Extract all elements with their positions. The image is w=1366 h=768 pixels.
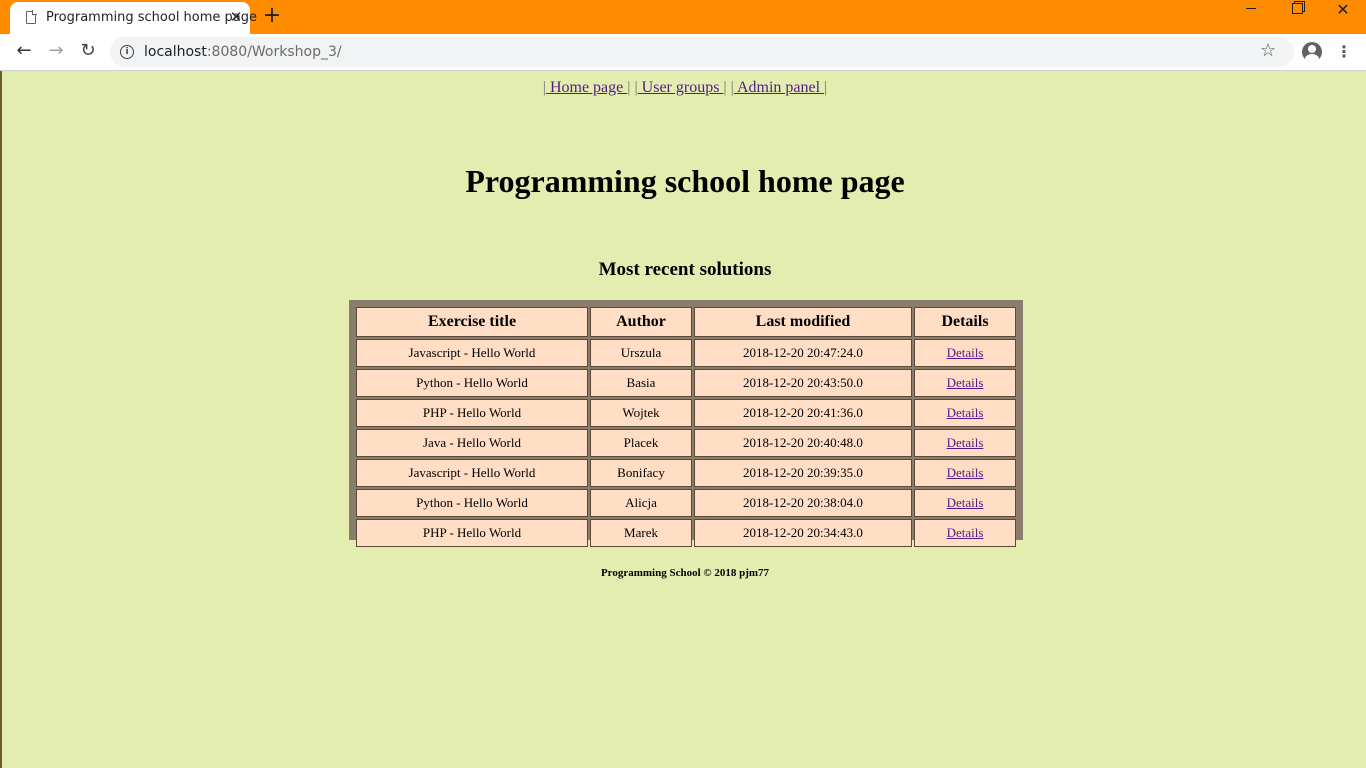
nav-user-groups-link[interactable]: User groups: [638, 79, 724, 96]
details-link[interactable]: Details: [947, 345, 984, 360]
details-link[interactable]: Details: [947, 495, 984, 510]
column-header-exercise-title: Exercise title: [356, 307, 588, 337]
author-cell: Alicja: [590, 489, 692, 517]
url-text[interactable]: localhost:8080/Workshop_3/: [144, 44, 342, 60]
page-icon: [26, 10, 37, 24]
forward-button[interactable]: →: [44, 40, 68, 64]
url-host: localhost: [144, 44, 207, 60]
window-close-button[interactable]: ✕: [1320, 0, 1366, 30]
tab-title: Programming school home page: [46, 10, 258, 25]
tab-close-icon[interactable]: ✕: [227, 8, 245, 26]
nav-separator: |: [627, 79, 631, 96]
page-title: Programming school home page: [465, 163, 905, 199]
last-modified-cell: 2018-12-20 20:47:24.0: [694, 339, 912, 367]
new-tab-button[interactable]: +: [262, 5, 282, 27]
details-cell: Details: [914, 519, 1016, 547]
column-header-details: Details: [914, 307, 1016, 337]
details-cell: Details: [914, 429, 1016, 457]
section-title: Most recent solutions: [598, 259, 772, 280]
exercise-title-cell: Java - Hello World: [356, 429, 588, 457]
restore-button[interactable]: [1274, 0, 1320, 30]
author-cell: Wojtek: [590, 399, 692, 427]
author-cell: Urszula: [590, 339, 692, 367]
details-link[interactable]: Details: [947, 525, 984, 540]
author-cell: Marek: [590, 519, 692, 547]
address-bar[interactable]: i localhost:8080/Workshop_3/ ☆: [110, 37, 1294, 67]
exercise-title-cell: PHP - Hello World: [356, 399, 588, 427]
page-content: | Home page | | User groups | | Admin pa…: [0, 71, 1366, 768]
last-modified-cell: 2018-12-20 20:40:48.0: [694, 429, 912, 457]
table-row: Java - Hello World Placek 2018-12-20 20:…: [356, 429, 1016, 457]
top-navigation: | Home page | | User groups | | Admin pa…: [2, 79, 1366, 97]
browser-menu-icon[interactable]: ⋮: [1336, 42, 1352, 62]
nav-separator: |: [723, 79, 727, 96]
column-header-last-modified: Last modified: [694, 307, 912, 337]
details-cell: Details: [914, 399, 1016, 427]
exercise-title-cell: Python - Hello World: [356, 369, 588, 397]
author-cell: Placek: [590, 429, 692, 457]
browser-toolbar: ← → ↻ i localhost:8080/Workshop_3/ ☆: [0, 34, 1366, 71]
reload-button[interactable]: ↻: [76, 40, 100, 64]
exercise-title-cell: Python - Hello World: [356, 489, 588, 517]
details-cell: Details: [914, 339, 1016, 367]
exercise-title-cell: Javascript - Hello World: [356, 339, 588, 367]
details-link[interactable]: Details: [947, 465, 984, 480]
site-info-icon[interactable]: i: [120, 45, 134, 59]
table-header-row: Exercise title Author Last modified Deta…: [356, 307, 1016, 337]
restore-icon: [1291, 2, 1303, 14]
solutions-table: Exercise title Author Last modified Deta…: [354, 305, 1018, 549]
table-row: PHP - Hello World Wojtek 2018-12-20 20:4…: [356, 399, 1016, 427]
nav-home-page-link[interactable]: Home page: [546, 79, 627, 96]
table-row: Python - Hello World Alicja 2018-12-20 2…: [356, 489, 1016, 517]
table-row: Python - Hello World Basia 2018-12-20 20…: [356, 369, 1016, 397]
details-link[interactable]: Details: [947, 375, 984, 390]
exercise-title-cell: Javascript - Hello World: [356, 459, 588, 487]
back-button[interactable]: ←: [12, 40, 36, 64]
author-cell: Basia: [590, 369, 692, 397]
details-cell: Details: [914, 459, 1016, 487]
column-header-author: Author: [590, 307, 692, 337]
solutions-table-frame: Exercise title Author Last modified Deta…: [349, 300, 1023, 547]
details-link[interactable]: Details: [947, 405, 984, 420]
last-modified-cell: 2018-12-20 20:39:35.0: [694, 459, 912, 487]
last-modified-cell: 2018-12-20 20:38:04.0: [694, 489, 912, 517]
browser-titlebar: Programming school home page ✕ + ✕: [0, 0, 1366, 34]
browser-tab[interactable]: Programming school home page ✕: [10, 2, 257, 34]
url-path: :8080/Workshop_3/: [206, 44, 342, 60]
last-modified-cell: 2018-12-20 20:43:50.0: [694, 369, 912, 397]
details-link[interactable]: Details: [947, 435, 984, 450]
page-footer: Programming School © 2018 pjm77: [600, 567, 770, 579]
minimize-icon: [1246, 7, 1256, 9]
author-cell: Bonifacy: [590, 459, 692, 487]
minimize-button[interactable]: [1228, 0, 1274, 30]
last-modified-cell: 2018-12-20 20:41:36.0: [694, 399, 912, 427]
details-cell: Details: [914, 489, 1016, 517]
nav-separator: |: [824, 79, 828, 96]
account-icon[interactable]: [1302, 42, 1322, 62]
nav-admin-panel-link[interactable]: Admin panel: [734, 79, 824, 96]
last-modified-cell: 2018-12-20 20:34:43.0: [694, 519, 912, 547]
table-row: PHP - Hello World Marek 2018-12-20 20:34…: [356, 519, 1016, 547]
table-row: Javascript - Hello World Urszula 2018-12…: [356, 339, 1016, 367]
bookmark-star-icon[interactable]: ☆: [1260, 40, 1276, 61]
details-cell: Details: [914, 369, 1016, 397]
table-row: Javascript - Hello World Bonifacy 2018-1…: [356, 459, 1016, 487]
exercise-title-cell: PHP - Hello World: [356, 519, 588, 547]
